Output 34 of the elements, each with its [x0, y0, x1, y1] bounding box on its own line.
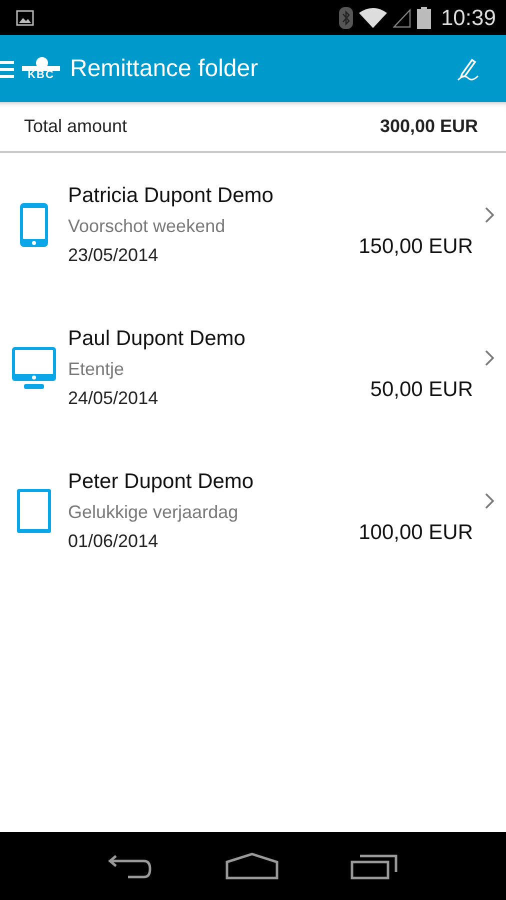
bluetooth-icon	[338, 6, 353, 28]
payment-note: Voorschot weekend	[68, 216, 226, 236]
remittance-item[interactable]: Patricia Dupont Demo Voorschot weekend 23/05/2014 150,00 EUR	[0, 153, 506, 296]
payment-date: 24/05/2014	[68, 388, 160, 408]
image-icon	[16, 10, 34, 26]
total-amount: 300,00 EUR	[380, 116, 478, 137]
payment-note: Etentje	[68, 358, 126, 380]
smartphone-icon	[19, 202, 49, 248]
back-icon[interactable]	[106, 852, 154, 880]
payment-date: 23/05/2014	[68, 244, 160, 266]
remittance-item[interactable]: Paul Dupont Demo Etentje 24/05/2014 50,00 EUR	[0, 296, 506, 439]
payee-name: Paul Dupont Demo	[68, 326, 246, 350]
tablet-icon	[16, 488, 52, 534]
total-label: Total amount	[24, 116, 128, 137]
payment-amount: 50,00 EUR	[370, 378, 473, 402]
recent-apps-icon[interactable]	[350, 852, 400, 880]
wifi-icon	[358, 8, 387, 28]
payee-name: Peter Dupont Demo	[68, 470, 255, 494]
chevron-icon	[485, 350, 494, 366]
payment-date: 01/06/2014	[68, 530, 160, 552]
monitor-icon	[11, 346, 57, 390]
payment-note: Gelukkige verjaardag	[68, 502, 240, 522]
home-icon[interactable]	[224, 852, 279, 880]
clock: 10:39	[440, 4, 496, 30]
signal-icon	[392, 8, 411, 28]
payment-amount: 100,00 EUR	[358, 521, 473, 545]
chevron-icon	[485, 492, 494, 508]
screen-title: Remittance folder	[70, 54, 258, 82]
chevron-icon	[485, 206, 494, 222]
battery-icon	[416, 6, 431, 28]
remittance-item[interactable]: Peter Dupont Demo Gelukkige verjaardag 01/06/2014 100,00 EUR	[0, 439, 506, 582]
menu-icon[interactable]	[0, 58, 14, 78]
payee-name: Patricia Dupont Demo	[68, 184, 274, 208]
payment-amount: 150,00 EUR	[358, 235, 473, 259]
